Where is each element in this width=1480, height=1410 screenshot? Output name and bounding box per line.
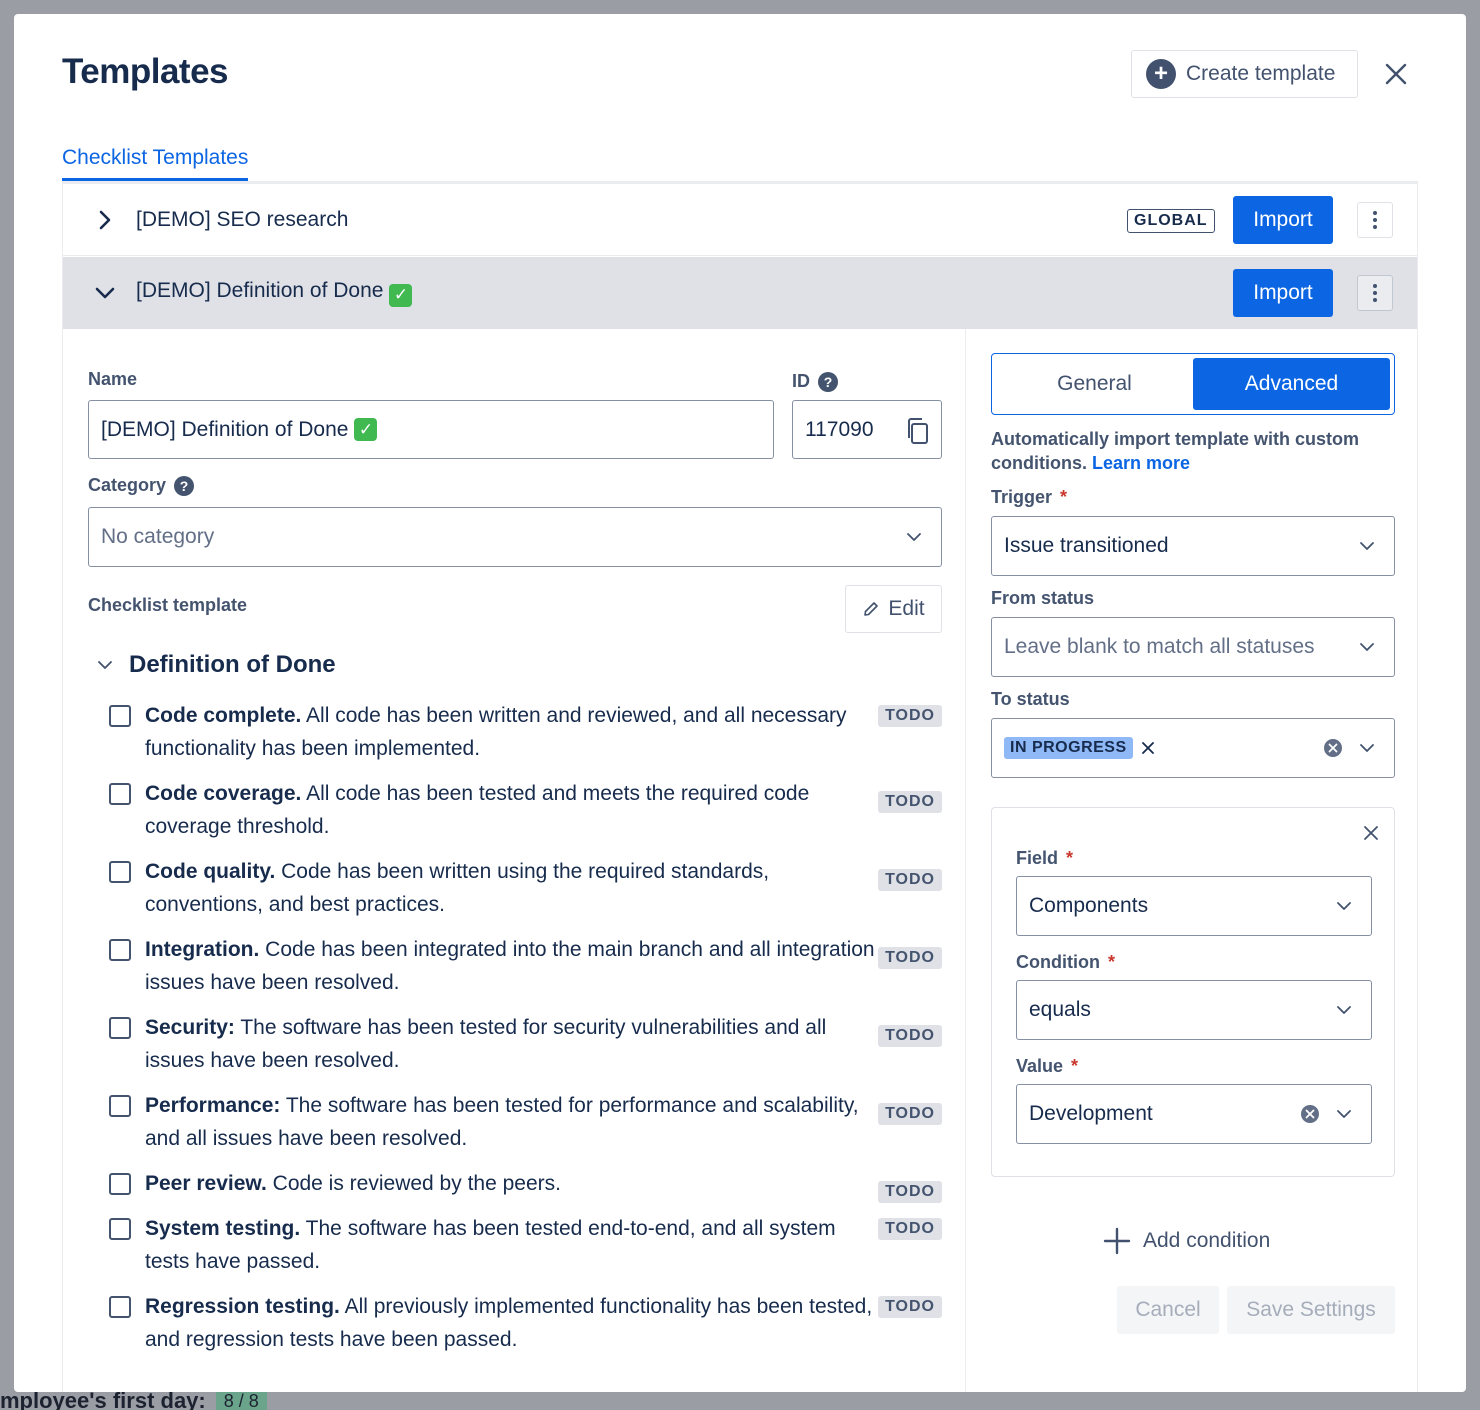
template-details-panel: Name [DEMO] Definition of Done ✓ ID ? 117… — [63, 329, 966, 1392]
add-condition-button[interactable]: Add condition — [1103, 1227, 1270, 1255]
checklist-item: Regression testing. All previously imple… — [109, 1290, 942, 1356]
remove-icon[interactable] — [1139, 739, 1157, 757]
pencil-icon — [864, 602, 879, 616]
todo-badge: TODO — [878, 1218, 942, 1240]
todo-badge: TODO — [878, 1296, 942, 1318]
edit-button[interactable]: Edit — [845, 585, 942, 633]
chevron-down-icon — [1337, 1110, 1351, 1118]
todo-badge: TODO — [878, 1025, 942, 1047]
chevron-down-icon — [1337, 1006, 1351, 1014]
import-settings-panel: General Advanced Automatically import te… — [967, 329, 1419, 1392]
item-checkbox[interactable] — [109, 1173, 131, 1195]
check-mark-icon: ✓ — [354, 418, 378, 441]
todo-badge: TODO — [878, 1181, 942, 1203]
name-input[interactable]: [DEMO] Definition of Done ✓ — [88, 400, 774, 459]
field-select[interactable]: Components — [1016, 876, 1372, 936]
check-mark-icon: ✓ — [389, 283, 413, 307]
clear-icon[interactable] — [1323, 738, 1343, 758]
from-status-label: From status — [991, 588, 1095, 608]
more-options-icon[interactable] — [1357, 201, 1393, 238]
status-chip: IN PROGRESS — [1004, 737, 1157, 759]
item-checkbox[interactable] — [109, 705, 131, 727]
template-name: [DEMO] SEO research — [136, 207, 349, 231]
chevron-right-icon[interactable] — [93, 208, 117, 232]
item-checkbox[interactable] — [109, 1218, 131, 1240]
chevron-down-icon[interactable] — [95, 655, 115, 675]
item-checkbox[interactable] — [109, 939, 131, 961]
condition-card: Field * Components Condition * equals Valu… — [991, 807, 1395, 1177]
template-row-definition-of-done[interactable]: [DEMO] Definition of Done ✓ Import — [63, 257, 1417, 329]
checklist-item: Code coverage. All code has been tested … — [109, 777, 942, 843]
clear-icon[interactable] — [1300, 1104, 1320, 1124]
id-label: ID ? — [792, 371, 838, 392]
plus-icon — [1103, 1227, 1131, 1255]
create-template-label: Create template — [1186, 62, 1336, 85]
modal-title: Templates — [62, 52, 229, 91]
checklist-item: Performance: The software has been teste… — [109, 1089, 942, 1155]
checklist-item: Peer review. Code is reviewed by the pee… — [109, 1167, 942, 1207]
global-badge: GLOBAL — [1127, 209, 1215, 233]
backdrop-progress-badge: 8 / 8 — [215, 1389, 267, 1410]
checklist-item: Security: The software has been tested f… — [109, 1011, 942, 1077]
chevron-down-icon — [907, 533, 921, 541]
from-status-select[interactable]: Leave blank to match all statuses — [991, 617, 1395, 677]
to-status-label: To status — [991, 689, 1070, 709]
item-checkbox[interactable] — [109, 861, 131, 883]
learn-more-link[interactable]: Learn more — [1092, 453, 1190, 473]
value-label: Value * — [1016, 1056, 1079, 1076]
item-checkbox[interactable] — [109, 1095, 131, 1117]
create-template-button[interactable]: + Create template — [1131, 50, 1358, 98]
chevron-down-icon — [1360, 643, 1374, 651]
item-checkbox[interactable] — [109, 1017, 131, 1039]
checklist-item: Code complete. All code has been written… — [109, 699, 942, 765]
condition-label: Condition * — [1016, 952, 1115, 972]
import-button[interactable]: Import — [1233, 195, 1333, 244]
close-icon[interactable] — [1380, 58, 1412, 90]
more-options-icon[interactable] — [1357, 275, 1393, 311]
template-list: [DEMO] SEO research GLOBAL Import [DEMO]… — [62, 183, 1418, 1392]
trigger-label: Trigger * — [991, 487, 1068, 507]
chevron-down-icon — [1337, 902, 1351, 910]
help-icon[interactable]: ? — [818, 371, 838, 392]
template-row-seo[interactable]: [DEMO] SEO research GLOBAL Import — [63, 184, 1417, 256]
tab-general[interactable]: General — [996, 358, 1193, 410]
template-name: [DEMO] Definition of Done ✓ — [136, 279, 413, 307]
todo-badge: TODO — [878, 869, 942, 891]
tab-advanced[interactable]: Advanced — [1193, 358, 1390, 410]
checklist-template-label: Checklist template — [88, 595, 248, 615]
category-select[interactable]: No category — [88, 507, 942, 567]
todo-badge: TODO — [878, 791, 942, 813]
chevron-down-icon[interactable] — [93, 281, 117, 305]
import-button[interactable]: Import — [1233, 269, 1333, 317]
checklist-section-header[interactable]: Definition of Done — [95, 651, 336, 679]
todo-badge: TODO — [878, 947, 942, 969]
cancel-button[interactable]: Cancel — [1117, 1286, 1219, 1334]
field-label: Field * — [1016, 848, 1074, 868]
save-settings-button[interactable]: Save Settings — [1227, 1286, 1395, 1334]
chevron-down-icon — [1360, 744, 1374, 752]
checklist-item: Integration. Code has been integrated in… — [109, 933, 942, 999]
item-checkbox[interactable] — [109, 1296, 131, 1318]
plus-circle-icon: + — [1146, 59, 1176, 89]
chevron-down-icon — [1360, 542, 1374, 550]
todo-badge: TODO — [878, 1103, 942, 1125]
checklist-item: Code quality. Code has been written usin… — [109, 855, 942, 921]
advanced-description: Automatically import template with custo… — [991, 429, 1360, 473]
item-checkbox[interactable] — [109, 783, 131, 805]
todo-badge: TODO — [878, 705, 942, 727]
condition-select[interactable]: equals — [1016, 980, 1372, 1040]
category-label: Category ? — [88, 475, 195, 496]
tab-checklist-templates[interactable]: Checklist Templates — [62, 146, 249, 181]
templates-modal: Templates + Create template Checklist Te… — [14, 14, 1466, 1392]
checklist-item: System testing. The software has been te… — [109, 1212, 942, 1278]
help-icon[interactable]: ? — [174, 475, 195, 496]
settings-tabs: General Advanced — [991, 353, 1395, 415]
trigger-select[interactable]: Issue transitioned — [991, 516, 1395, 576]
copy-icon[interactable] — [905, 417, 931, 445]
close-icon[interactable] — [1362, 824, 1380, 842]
name-label: Name — [88, 369, 138, 389]
